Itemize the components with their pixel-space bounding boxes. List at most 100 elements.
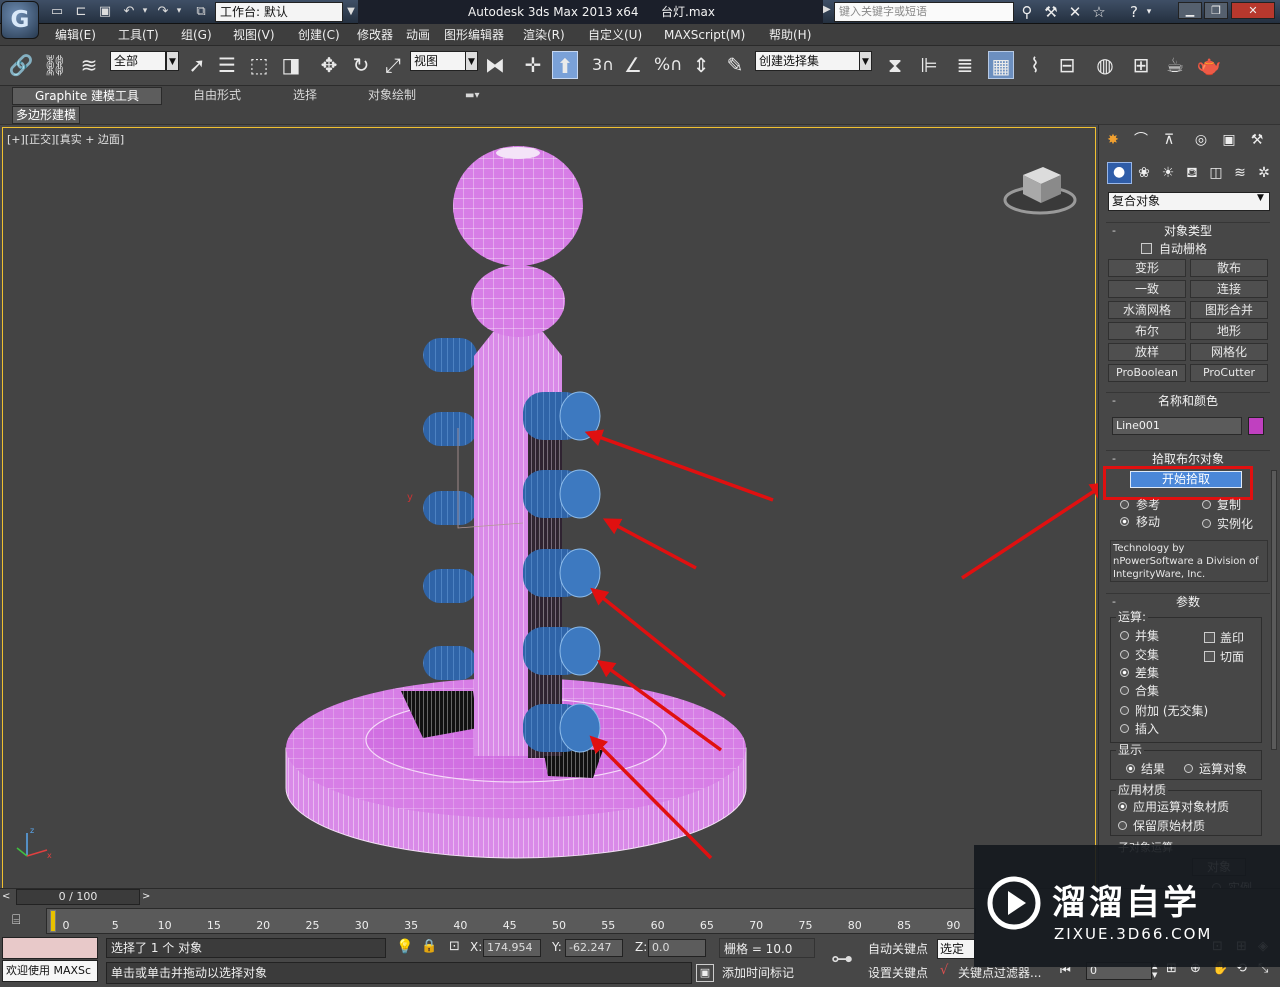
morph-button[interactable]: 变形 — [1108, 259, 1186, 277]
layer-manager-icon[interactable]: ≣ — [952, 51, 978, 79]
hierarchy-tab-icon[interactable]: ⊼ — [1158, 129, 1180, 151]
window-crossing-icon[interactable]: ◨ — [278, 51, 304, 79]
key-filter-icon[interactable]: √ — [940, 963, 948, 978]
named-selection-dropdown-icon[interactable]: ▼ — [859, 51, 872, 71]
attach-radio[interactable] — [1120, 706, 1129, 715]
angle-snap-icon[interactable]: ∠ — [620, 51, 646, 79]
new-file-icon[interactable]: ▭ — [48, 3, 66, 20]
material-editor-icon[interactable]: ◍ — [1092, 51, 1118, 79]
shapes-icon[interactable]: ❀ — [1133, 162, 1155, 184]
rendered-frame-window-icon[interactable]: ☕ — [1162, 51, 1188, 79]
imprint-checkbox[interactable] — [1204, 632, 1215, 643]
parameters-rollout-header[interactable]: 参数 — [1106, 593, 1270, 610]
menu-create[interactable]: 创建(C) — [298, 24, 340, 46]
named-selection-set-input[interactable]: 创建选择集 — [755, 51, 860, 71]
intersection-radio[interactable] — [1120, 650, 1129, 659]
collapse-icon[interactable]: - — [1112, 452, 1116, 465]
search-input[interactable]: 键入关键字或短语 — [834, 2, 1014, 22]
unlink-icon[interactable]: ⛓ — [42, 51, 68, 79]
category-select[interactable]: 复合对象 — [1108, 192, 1270, 211]
merge-radio[interactable] — [1120, 686, 1129, 695]
absolute-mode-icon[interactable]: ⊡ — [449, 939, 460, 954]
cameras-icon[interactable]: ⛾ — [1181, 162, 1203, 184]
helpers-icon[interactable]: ◫ — [1205, 162, 1227, 184]
menu-customize[interactable]: 自定义(U) — [588, 24, 642, 46]
collapse-icon[interactable]: - — [1112, 595, 1116, 608]
menu-modifiers[interactable]: 修改器 — [357, 24, 393, 46]
ribbon-options-dropdown-icon[interactable]: ▬▾ — [465, 86, 479, 105]
spinner-snap-icon[interactable]: ⇕ — [688, 51, 714, 79]
union-radio[interactable] — [1120, 631, 1129, 640]
communication-center-icon[interactable]: ⚒ — [1041, 3, 1061, 21]
add-time-tag-label[interactable]: 添加时间标记 — [722, 963, 794, 983]
menu-view[interactable]: 视图(V) — [233, 24, 275, 46]
undo-icon[interactable]: ↶ — [120, 3, 138, 20]
display-tab-icon[interactable]: ▣ — [1218, 129, 1240, 151]
ribbon-tab-object-paint[interactable]: 对象绘制 — [368, 86, 416, 105]
selection-filter-dropdown-icon[interactable]: ▼ — [166, 51, 179, 71]
auto-key-button[interactable]: 自动关键点 — [868, 939, 928, 959]
undo-dropdown-icon[interactable]: ▾ — [140, 3, 150, 20]
systems-icon[interactable]: ✲ — [1253, 162, 1275, 184]
collapse-icon[interactable]: - — [1112, 224, 1116, 237]
space-warps-icon[interactable]: ≋ — [1229, 162, 1251, 184]
retain-original-material-radio[interactable] — [1118, 821, 1127, 830]
copy-radio[interactable] — [1202, 500, 1211, 509]
select-object-icon[interactable]: ➚ — [184, 51, 210, 79]
category-dropdown-icon[interactable]: ▼ — [1257, 193, 1264, 203]
add-time-tag-icon[interactable]: ▣ — [696, 964, 714, 982]
help-dropdown-icon[interactable]: ▾ — [1143, 3, 1155, 21]
name-color-rollout-header[interactable]: 名称和颜色 — [1106, 392, 1270, 409]
select-and-manipulate-icon[interactable]: ✛ — [520, 51, 546, 79]
time-slider[interactable]: 0 / 100 — [16, 889, 140, 905]
workspace-select[interactable]: 工作台: 默认 — [215, 2, 343, 22]
rectangular-selection-icon[interactable]: ⬚ — [246, 51, 272, 79]
connect-button[interactable]: 连接 — [1190, 280, 1268, 298]
favorites-star-icon[interactable]: ☆ — [1089, 3, 1109, 21]
reference-coordinate-dropdown-icon[interactable]: ▼ — [465, 51, 478, 71]
subtraction-radio[interactable] — [1120, 668, 1129, 677]
menu-edit[interactable]: 编辑(E) — [55, 24, 96, 46]
maxscript-mini-listener[interactable]: 欢迎使用 MAXSc — [2, 960, 98, 982]
selection-filter-select[interactable]: 全部 — [110, 51, 166, 71]
procutter-button[interactable]: ProCutter — [1190, 364, 1268, 382]
ribbon-tab-selection[interactable]: 选择 — [293, 86, 317, 105]
menu-animation[interactable]: 动画 — [406, 24, 430, 46]
render-setup-icon[interactable]: ⊞ — [1128, 51, 1154, 79]
terrain-button[interactable]: 地形 — [1190, 322, 1268, 340]
select-and-scale-icon[interactable]: ⤢ — [380, 51, 406, 79]
open-file-icon[interactable]: ⊏ — [72, 3, 90, 20]
close-button[interactable]: ✕ — [1231, 2, 1275, 19]
select-and-move-icon[interactable]: ✥ — [316, 51, 342, 79]
time-slider-right-icon[interactable]: > — [142, 889, 156, 905]
object-color-swatch[interactable] — [1248, 417, 1264, 435]
menu-help[interactable]: 帮助(H) — [769, 24, 811, 46]
create-tab-icon[interactable]: ✸ — [1102, 129, 1124, 151]
panel-scrollbar[interactable] — [1271, 470, 1277, 750]
z-coord-field[interactable]: 0.0 — [648, 939, 706, 957]
lock-selection-icon[interactable]: 🔒 — [421, 939, 437, 954]
ribbon-tab-freeform[interactable]: 自由形式 — [193, 86, 241, 105]
menu-graph-editors[interactable]: 图形编辑器 — [444, 24, 504, 46]
binoculars-icon[interactable]: ⚲ — [1017, 3, 1037, 21]
restore-button[interactable]: ❐ — [1204, 2, 1228, 19]
mini-curve-editor-icon[interactable]: ⌸ — [12, 912, 34, 930]
pick-boolean-rollout-header[interactable]: 拾取布尔对象 — [1106, 450, 1270, 467]
project-folder-icon[interactable]: ⧉ — [192, 3, 210, 20]
modify-tab-icon[interactable]: ⌒ — [1130, 129, 1152, 151]
app-menu-button[interactable]: G — [1, 1, 39, 39]
save-file-icon[interactable]: ▣ — [96, 3, 114, 20]
instance-radio[interactable] — [1202, 519, 1211, 528]
bind-to-space-warp-icon[interactable]: ≋ — [76, 51, 102, 79]
insert-radio[interactable] — [1120, 724, 1129, 733]
redo-dropdown-icon[interactable]: ▾ — [174, 3, 184, 20]
operands-radio[interactable] — [1184, 764, 1193, 773]
menu-group[interactable]: 组(G) — [181, 24, 212, 46]
ribbon-tab-graphite[interactable]: Graphite 建模工具 — [12, 87, 162, 105]
graphite-toggle-icon[interactable]: ▦ — [988, 51, 1014, 79]
scatter-button[interactable]: 散布 — [1190, 259, 1268, 277]
subscription-icon[interactable]: ✕ — [1065, 3, 1085, 21]
x-coord-field[interactable]: 174.954 — [483, 939, 541, 957]
maxscript-listener-swatch[interactable] — [2, 937, 98, 959]
polygon-modeling-tab[interactable]: 多边形建模 — [12, 106, 80, 124]
